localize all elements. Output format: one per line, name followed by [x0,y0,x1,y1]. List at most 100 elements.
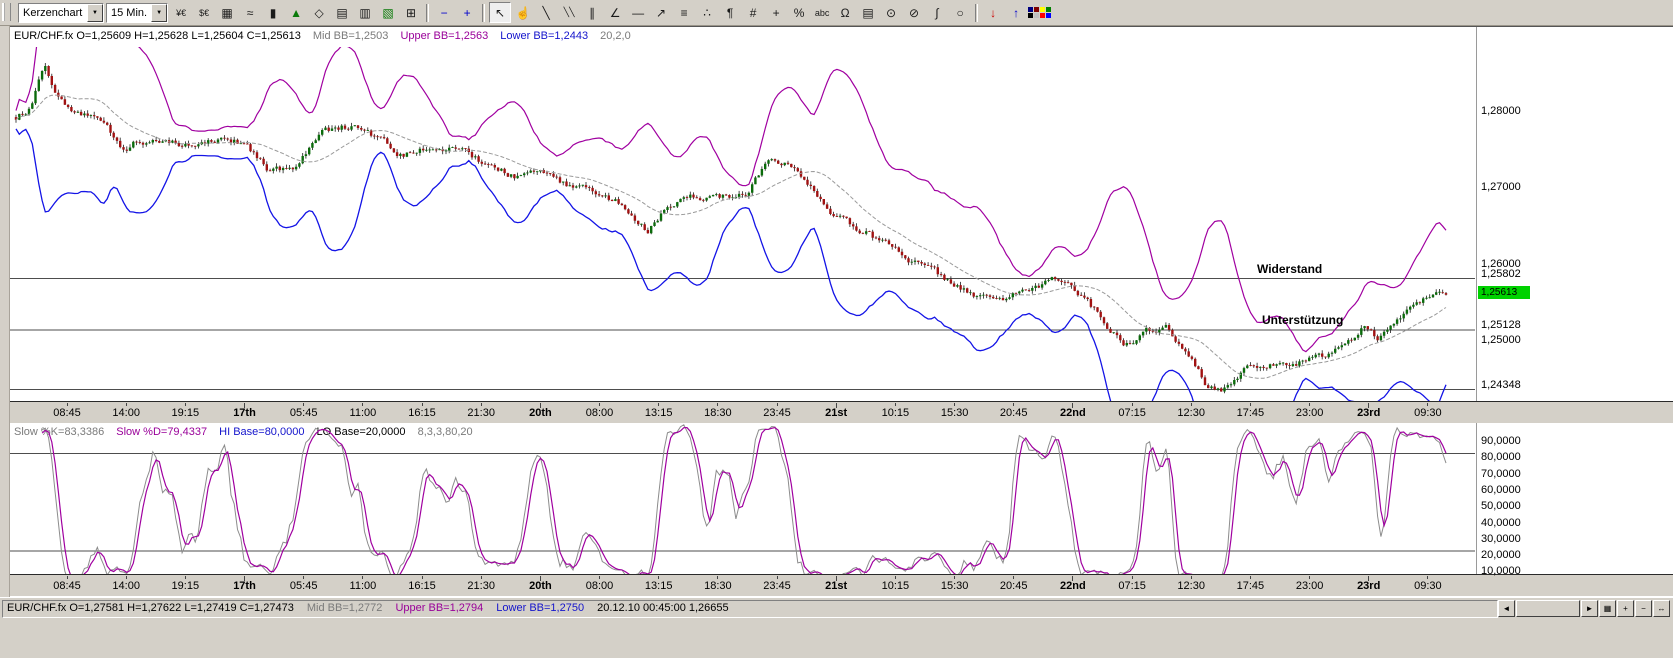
palette-icon[interactable] [1028,2,1050,23]
timeframe-select[interactable]: 15 Min. ▼ [106,3,168,23]
support-label[interactable]: Unterstützung [1262,313,1343,327]
note-tool-icon[interactable]: ▤ [857,2,879,23]
axis-tick [362,403,363,406]
axis-tick [717,403,718,406]
axis-tick [954,576,955,579]
status-bar: EUR/CHF.fx O=1,27581 H=1,27622 L=1,27419… [0,597,1673,619]
time-label: 14:00 [101,407,151,419]
level-value-label: 1,24348 [1481,379,1521,391]
trendline-tool-icon[interactable]: ╲ [535,2,557,23]
print-preview-icon[interactable]: ▥ [354,2,376,23]
time-label: 19:15 [160,580,210,592]
resistance-label[interactable]: Widerstand [1257,262,1322,276]
axis-tick [1250,403,1251,406]
palette-color-swatch [1046,7,1051,12]
scroll-left-button[interactable]: ◄ [1498,600,1515,617]
axis-tick [717,576,718,579]
palette-color-swatch [1046,13,1051,18]
fibonacci-tool-icon[interactable]: ≡ [673,2,695,23]
arrow-line-tool-icon[interactable]: ↗ [650,2,672,23]
price-tick-label: 1,28000 [1481,105,1521,117]
label-tool-icon[interactable]: abc [811,2,833,23]
zoom-reset-tool-icon[interactable]: ⊘ [903,2,925,23]
ellipse-tool-icon[interactable]: ○ [949,2,971,23]
zoom-out-button[interactable]: − [1635,600,1652,617]
time-label: 15:30 [930,407,980,419]
stoch-tick-label: 90,0000 [1481,435,1521,447]
axis-tick [481,576,482,579]
day-label: 22nd [1048,407,1098,419]
time-label: 07:15 [1107,580,1157,592]
time-label: 16:15 [397,407,447,419]
chart-type-select[interactable]: Kerzenchart ▼ [18,3,104,23]
line-chart-icon[interactable]: ≈ [239,2,261,23]
horizontal-line-tool-icon[interactable]: — [627,2,649,23]
zoom-out-icon[interactable]: − [433,2,455,23]
zoom-in-icon[interactable]: + [456,2,478,23]
day-label: 20th [515,407,565,419]
axis-tick [1013,403,1014,406]
alert-bell-icon[interactable]: Ω [834,2,856,23]
time-label: 08:00 [575,580,625,592]
sell-arrow-icon[interactable]: ↓ [982,2,1004,23]
level-value-label: 1,25128 [1481,319,1521,331]
palette-color-swatch [1034,13,1039,18]
axis-tick [1132,403,1133,406]
stoch-tick-label: 60,0000 [1481,484,1521,496]
palette-color-swatch [1034,7,1039,12]
axis-tick [1191,576,1192,579]
time-label: 05:45 [279,580,329,592]
lower-bb-readout: Lower BB=1,2443 [500,30,588,42]
angle-line-tool-icon[interactable]: ∠ [604,2,626,23]
multi-line-tool-icon[interactable]: ╲╲ [558,2,580,23]
percent-tool-icon[interactable]: % [788,2,810,23]
toolbar-drag-handle[interactable] [2,3,11,21]
time-label: 14:00 [101,580,151,592]
hand-tool-icon[interactable]: ☝ [512,2,534,23]
currency-list-icon[interactable]: $€ [193,2,215,23]
keyboard-button[interactable]: ▦ [1599,600,1616,617]
time-label: 05:45 [279,407,329,419]
point-figure-icon[interactable]: ◇ [308,2,330,23]
page-grid-icon[interactable]: ▦ [216,2,238,23]
scroll-right-button[interactable]: ► [1581,600,1598,617]
axis-tick [67,576,68,579]
area-chart-icon[interactable]: ▲ [285,2,307,23]
scroll-thumb[interactable] [1516,600,1580,617]
crosshair-tool-icon[interactable]: + [765,2,787,23]
chart-type-dropdown-arrow[interactable]: ▼ [87,4,103,22]
candlestick-chart-icon[interactable]: ▮ [262,2,284,23]
application-window: Kerzenchart ▼ 15 Min. ▼ ¥€$€▦≈▮▲◇▤▥▧⊞−+↖… [0,0,1673,658]
zoom-area-tool-icon[interactable]: ⊙ [880,2,902,23]
time-label: 17:45 [1225,580,1275,592]
new-window-icon[interactable]: ⊞ [400,2,422,23]
curve-tool-icon[interactable]: ∫ [926,2,948,23]
chart-type-value: Kerzenchart [19,7,87,19]
symbol-quote-icon[interactable]: ¥€ [170,2,192,23]
timeframe-dropdown-arrow[interactable]: ▼ [151,4,167,22]
channel-tool-icon[interactable]: ∥ [581,2,603,23]
ohlc-readout: EUR/CHF.fx O=1,25609 H=1,25628 L=1,25604… [14,30,301,42]
export-chart-icon[interactable]: ▧ [377,2,399,23]
stoch-tick-label: 20,0000 [1481,549,1521,561]
left-rail [0,26,10,597]
axis-tick [185,576,186,579]
pointer-tool-icon[interactable]: ↖ [489,2,511,23]
palette-color-swatch [1028,7,1033,12]
chart-header: EUR/CHF.fx O=1,25609 H=1,25628 L=1,25604… [14,30,640,42]
buy-arrow-icon[interactable]: ↑ [1005,2,1027,23]
zoom-in-button[interactable]: + [1617,600,1634,617]
fib-fan-tool-icon[interactable]: ∴ [696,2,718,23]
time-label: 21:30 [456,407,506,419]
grid-tool-icon[interactable]: # [742,2,764,23]
time-label: 13:15 [634,407,684,419]
text-tool-icon[interactable]: ¶ [719,2,741,23]
time-label: 11:00 [338,407,388,419]
axis-tick [658,403,659,406]
mid-bb-readout: Mid BB=1,2503 [313,30,389,42]
print-icon[interactable]: ▤ [331,2,353,23]
stochastic-canvas[interactable] [10,423,1475,574]
axis-tick [126,576,127,579]
main-chart-canvas[interactable] [10,47,1475,401]
pan-button[interactable]: ↔ [1653,600,1670,617]
